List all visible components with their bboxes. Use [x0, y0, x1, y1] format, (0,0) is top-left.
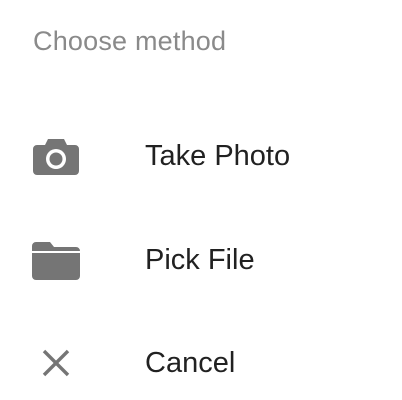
cancel-option[interactable]: Cancel: [0, 321, 402, 400]
pick-file-option[interactable]: Pick File: [0, 218, 402, 302]
folder-icon: [32, 238, 80, 282]
pick-file-label: Pick File: [145, 244, 255, 276]
cancel-label: Cancel: [145, 347, 236, 379]
take-photo-option[interactable]: Take Photo: [0, 114, 402, 198]
close-icon: [32, 341, 80, 385]
camera-icon: [32, 134, 80, 178]
take-photo-label: Take Photo: [145, 140, 291, 172]
choose-method-dialog: Choose method Take Photo Pick File Cance…: [0, 0, 402, 400]
dialog-title: Choose method: [33, 26, 227, 56]
